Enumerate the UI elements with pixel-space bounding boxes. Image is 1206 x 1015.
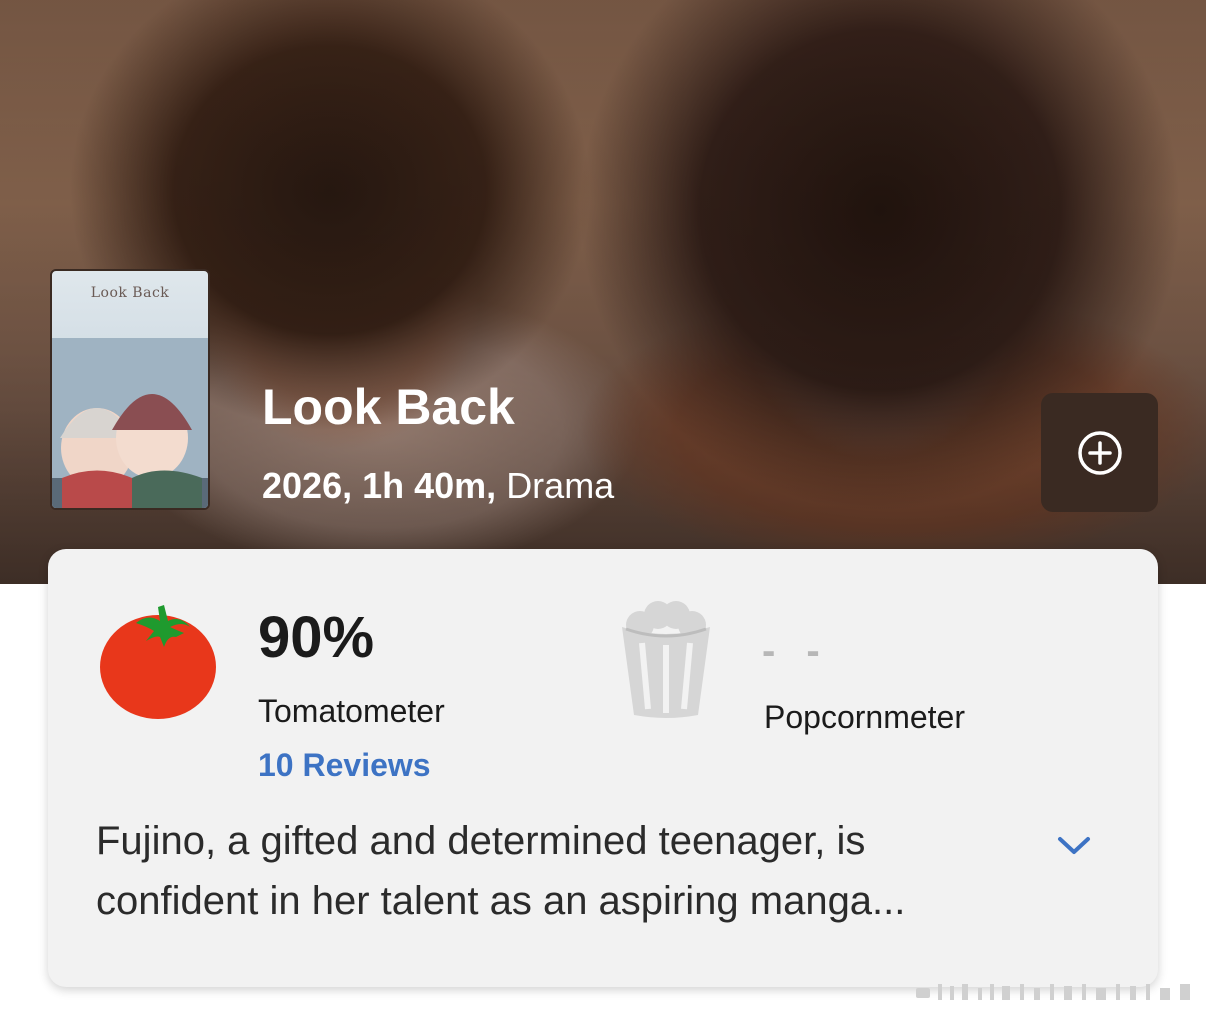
poster-title: Look Back xyxy=(90,285,170,301)
tomatometer-label: Tomatometer xyxy=(258,693,445,729)
movie-meta: 2026, 1h 40m, Drama xyxy=(262,464,614,508)
release-year-runtime: 2026, 1h 40m, xyxy=(262,465,497,506)
reviews-link[interactable]: 10 Reviews xyxy=(258,745,431,785)
tomato-icon xyxy=(100,605,216,719)
genre: Drama xyxy=(506,465,615,506)
expand-synopsis-button[interactable] xyxy=(1048,825,1100,865)
popcornmeter-score: - - xyxy=(762,629,830,673)
score-card: 90% Tomatometer 10 Reviews - - Popcornme… xyxy=(48,549,1158,987)
movie-title: Look Back xyxy=(262,379,515,435)
synopsis-text: Fujino, a gifted and determined teenager… xyxy=(96,819,906,923)
popcornmeter-label: Popcornmeter xyxy=(764,699,965,735)
poster-art xyxy=(52,338,208,508)
plus-circle-icon xyxy=(1077,430,1122,475)
tomatometer-score: 90% xyxy=(258,605,375,670)
watermark-logo xyxy=(916,984,1190,1000)
movie-poster[interactable]: Look Back xyxy=(50,269,210,510)
chevron-down-icon xyxy=(1058,837,1090,854)
add-to-watchlist-button[interactable] xyxy=(1041,393,1158,512)
popcorn-bucket-icon xyxy=(622,601,710,718)
